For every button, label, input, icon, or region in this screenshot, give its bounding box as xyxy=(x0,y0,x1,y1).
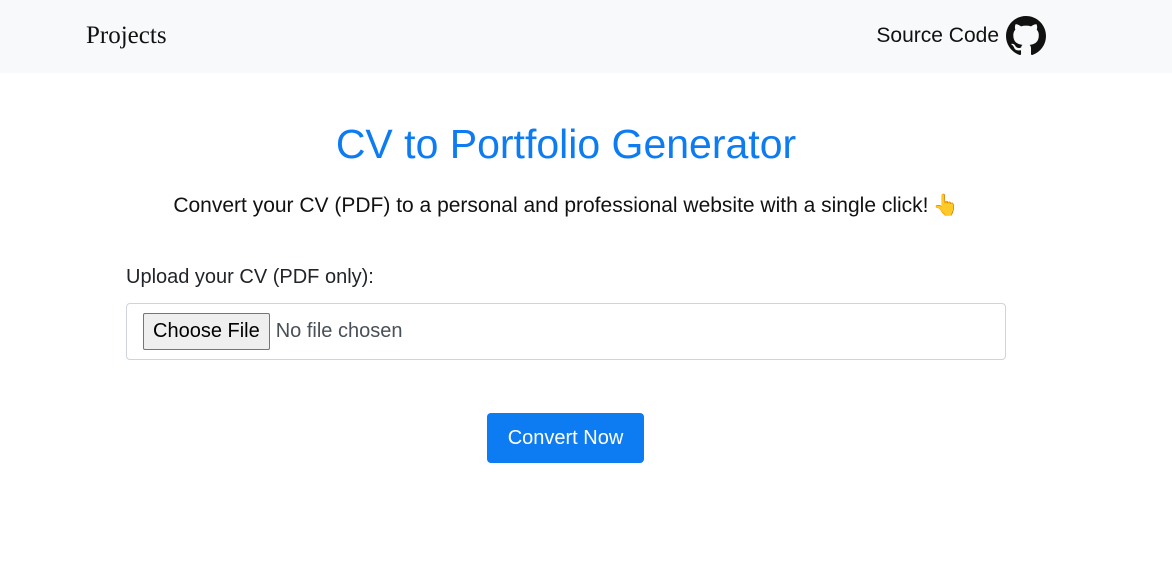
file-status-text: No file chosen xyxy=(275,320,403,342)
pointing-hand-icon: 👆 xyxy=(932,194,959,217)
source-code-link[interactable]: Source Code xyxy=(876,16,1046,56)
page-title: CV to Portfolio Generator xyxy=(335,121,797,167)
choose-file-button[interactable]: Choose File xyxy=(143,313,270,350)
source-code-label: Source Code xyxy=(876,24,999,47)
brand-link[interactable]: Projects xyxy=(86,20,167,52)
navbar: Projects Source Code xyxy=(0,0,1172,73)
convert-now-button[interactable]: Convert Now xyxy=(487,413,644,463)
upload-label: Upload your CV (PDF only): xyxy=(126,266,374,288)
cv-file-input[interactable]: Choose File No file chosen xyxy=(126,303,1006,360)
page-subtitle: Convert your CV (PDF) to a personal and … xyxy=(0,192,1132,220)
github-icon xyxy=(1006,16,1046,56)
subtitle-text: Convert your CV (PDF) to a personal and … xyxy=(173,194,929,217)
